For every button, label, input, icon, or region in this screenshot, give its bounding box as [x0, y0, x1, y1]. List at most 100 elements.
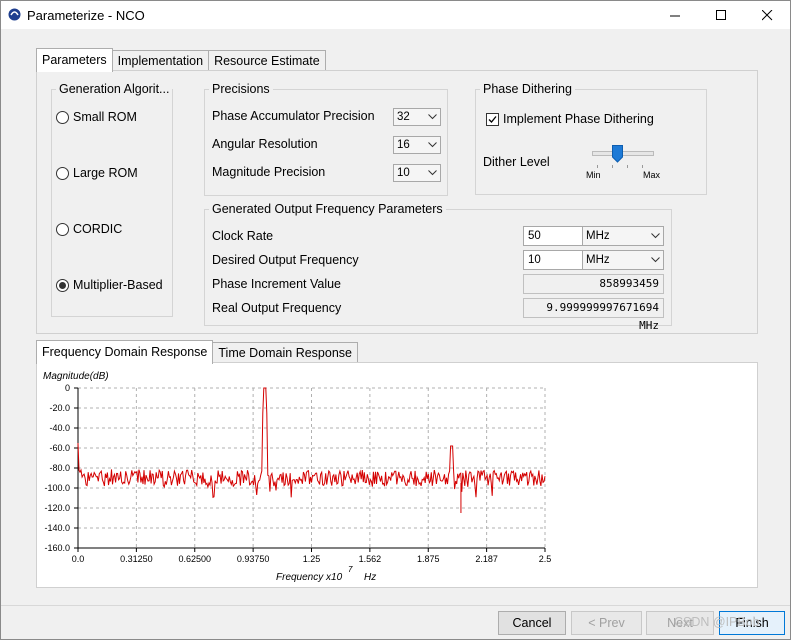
- slider-tick: [597, 165, 598, 168]
- real-freq-label: Real Output Frequency: [212, 301, 342, 315]
- desired-unit-select[interactable]: MHz: [582, 250, 664, 270]
- select-value: MHz: [586, 230, 610, 242]
- chevron-down-icon: [647, 233, 663, 239]
- y-tick-label: -20.0: [49, 403, 70, 413]
- app-icon: [8, 8, 21, 21]
- checkbox-box: [486, 112, 499, 126]
- close-button[interactable]: [744, 1, 790, 29]
- title-bar: Parameterize - NCO: [1, 1, 790, 29]
- dithering-label: Phase Dithering: [480, 82, 575, 96]
- tab-implementation[interactable]: Implementation: [111, 50, 210, 71]
- checkmark-icon: [488, 115, 497, 123]
- response-panel: 0 -20.0 -40.0 -60.0 -80.0 -100.0 -120.0 -140.0 -…: [36, 362, 758, 588]
- tab-frequency-domain[interactable]: Frequency Domain Response: [36, 340, 214, 364]
- x-tick-label: 1.562: [359, 554, 382, 564]
- close-icon: [761, 9, 772, 20]
- radio-small-rom[interactable]: Small ROM: [56, 110, 137, 124]
- angular-select[interactable]: 16: [393, 136, 441, 154]
- radio-circle: [56, 222, 69, 236]
- slider-max-label: Max: [643, 170, 661, 180]
- radio-label: Multiplier-Based: [73, 278, 163, 292]
- x-tick-label: 0.93750: [237, 554, 270, 564]
- bottom-tab-strip: Frequency Domain Response Time Domain Re…: [36, 340, 358, 364]
- slider-tick: [627, 165, 628, 168]
- y-tick-label: -100.0: [44, 483, 70, 493]
- x-axis-unit: Hz: [364, 572, 376, 583]
- chevron-down-icon: [424, 170, 440, 176]
- desired-freq-label: Desired Output Frequency: [212, 253, 359, 267]
- y-tick-label: -120.0: [44, 503, 70, 513]
- tab-time-domain[interactable]: Time Domain Response: [212, 342, 358, 363]
- phase-inc-value: 858993459: [523, 274, 664, 294]
- minimize-icon: [669, 15, 680, 16]
- select-value: 16: [397, 139, 410, 151]
- parameters-panel: Generation Algorit... Small ROM Large RO…: [36, 70, 758, 334]
- x-tick-label: 2.5: [539, 554, 552, 564]
- x-tick-label: 1.25: [303, 554, 321, 564]
- y-tick-label: -160.0: [44, 543, 70, 553]
- chevron-down-icon: [424, 142, 440, 148]
- x-tick-label: 0.0: [72, 554, 85, 564]
- dither-level-slider[interactable]: [592, 145, 654, 168]
- slider-thumb[interactable]: [612, 145, 623, 163]
- real-freq-value: 9.999999997671694 MHz: [523, 298, 664, 332]
- x-axis-exponent: 7: [348, 565, 353, 574]
- clock-rate-label: Clock Rate: [212, 229, 274, 243]
- x-tick-label: 1.875: [417, 554, 440, 564]
- maximize-icon: [715, 9, 726, 20]
- select-value: 10: [397, 167, 410, 179]
- slider-tick: [642, 165, 643, 168]
- watermark: CSDN @IPBob: [674, 615, 760, 629]
- top-tab-strip: Parameters Implementation Resource Estim…: [36, 48, 326, 72]
- clock-unit-select[interactable]: MHz: [582, 226, 664, 246]
- generation-label: Generation Algorit...: [56, 82, 173, 96]
- tab-parameters[interactable]: Parameters: [36, 48, 113, 72]
- radio-circle-selected: [56, 278, 69, 292]
- y-tick-label: -40.0: [49, 423, 70, 433]
- prev-button[interactable]: < Prev: [571, 611, 642, 635]
- x-axis-label: Frequency x10: [276, 572, 343, 583]
- select-value: 32: [397, 111, 410, 123]
- precisions-group: Precisions Phase Accumulator Precision 3…: [204, 82, 448, 196]
- generation-group: Generation Algorit... Small ROM Large RO…: [51, 82, 173, 317]
- window-title: Parameterize - NCO: [27, 8, 145, 23]
- x-tick-label: 2.187: [475, 554, 498, 564]
- chevron-down-icon: [424, 114, 440, 120]
- radio-label: Small ROM: [73, 110, 137, 124]
- cancel-button[interactable]: Cancel: [498, 611, 566, 635]
- y-axis-label: Magnitude(dB): [43, 371, 109, 382]
- clock-rate-input[interactable]: 50: [523, 226, 583, 246]
- slider-track: [592, 151, 654, 156]
- implement-dithering-checkbox[interactable]: Implement Phase Dithering: [486, 112, 654, 126]
- y-tick-label: -140.0: [44, 523, 70, 533]
- phase-inc-label: Phase Increment Value: [212, 277, 342, 291]
- desired-freq-input[interactable]: 10: [523, 250, 583, 270]
- radio-circle: [56, 166, 69, 180]
- tab-resource-estimate[interactable]: Resource Estimate: [208, 50, 326, 71]
- magnitude-select[interactable]: 10: [393, 164, 441, 182]
- x-tick-label: 0.31250: [120, 554, 153, 564]
- dithering-group: Phase Dithering Implement Phase Ditherin…: [475, 82, 707, 195]
- output-label: Generated Output Frequency Parameters: [209, 202, 446, 216]
- checkbox-label: Implement Phase Dithering: [503, 112, 654, 126]
- magnitude-label: Magnitude Precision: [212, 165, 326, 179]
- precisions-label: Precisions: [209, 82, 273, 96]
- radio-multiplier-based[interactable]: Multiplier-Based: [56, 278, 163, 292]
- angular-label: Angular Resolution: [212, 137, 318, 151]
- dither-level-label: Dither Level: [483, 155, 550, 169]
- minimize-button[interactable]: [652, 1, 698, 29]
- radio-label: CORDIC: [73, 222, 123, 236]
- radio-cordic[interactable]: CORDIC: [56, 222, 122, 236]
- radio-large-rom[interactable]: Large ROM: [56, 166, 138, 180]
- radio-label: Large ROM: [73, 166, 138, 180]
- y-tick-label: -80.0: [49, 463, 70, 473]
- nco-window: Parameterize - NCO Parameters Implementa…: [0, 0, 791, 640]
- y-tick-label: 0: [65, 383, 70, 393]
- maximize-button[interactable]: [698, 1, 744, 29]
- radio-circle: [56, 110, 69, 124]
- phase-acc-select[interactable]: 32: [393, 108, 441, 126]
- slider-min-label: Min: [586, 170, 601, 180]
- y-tick-label: -60.0: [49, 443, 70, 453]
- chevron-down-icon: [647, 257, 663, 263]
- x-tick-label: 0.62500: [178, 554, 211, 564]
